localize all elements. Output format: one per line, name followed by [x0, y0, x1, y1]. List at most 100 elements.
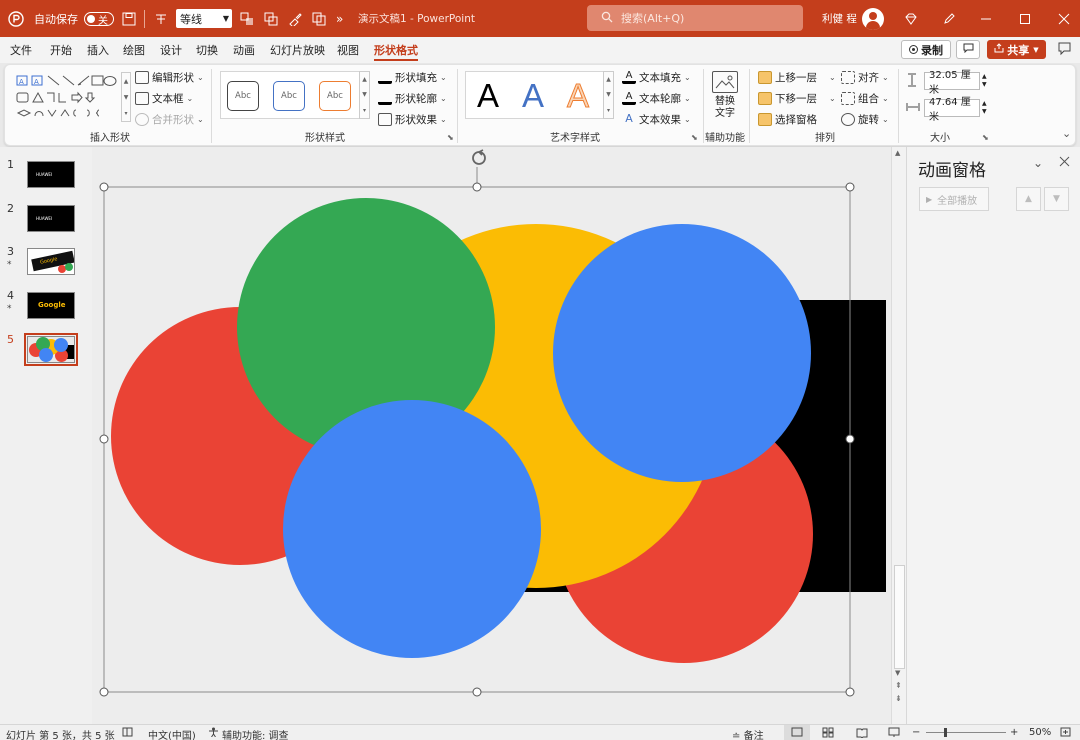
slide-sorter-icon[interactable]: [822, 727, 834, 740]
shape-fill-button[interactable]: 形状填充 ⌄: [378, 70, 447, 85]
slide-canvas[interactable]: [92, 147, 891, 724]
slide-thumbnail-4[interactable]: Google: [27, 292, 75, 319]
tab-view[interactable]: 视图: [337, 42, 359, 58]
accessibility-status[interactable]: 辅助功能: 调查: [222, 727, 289, 740]
chevron-down-icon: ⌄: [684, 94, 691, 103]
copy-icon[interactable]: [312, 0, 326, 37]
width-icon: [906, 101, 920, 116]
wordart-scroll[interactable]: ▲ ▼ ▾: [603, 71, 614, 119]
scroll-up-icon: ▲: [362, 76, 367, 84]
slideshow-icon[interactable]: [888, 727, 900, 740]
dialog-launcher-icon[interactable]: ⬊: [447, 133, 454, 142]
merge-shapes-button[interactable]: 合并形状 ⌄: [135, 112, 204, 127]
document-title: 演示文稿1 - PowerPoint: [358, 0, 475, 37]
shape-style-preset-3[interactable]: Abc: [319, 81, 351, 111]
search-box[interactable]: 搜索(Alt+Q): [587, 5, 803, 31]
shape-style-preset-1[interactable]: Abc: [227, 81, 259, 111]
svg-text:A: A: [34, 78, 39, 86]
scroll-up-icon[interactable]: ▲: [895, 149, 900, 157]
vertical-scrollbar[interactable]: ▲ ▼ ⇞ ⇟: [891, 147, 906, 724]
arrange-icon[interactable]: [240, 0, 254, 37]
comments-button[interactable]: [956, 40, 980, 59]
save-icon[interactable]: [122, 0, 136, 37]
tab-slideshow[interactable]: 幻灯片放映: [270, 42, 325, 58]
autosave-toggle[interactable]: 关: [78, 0, 114, 37]
shapes-gallery-scroll[interactable]: ▲ ▼ ▾: [121, 72, 131, 122]
shape-height-field[interactable]: 32.05 厘米 ▲ ▼: [906, 70, 987, 96]
move-down-button[interactable]: ▼: [1044, 187, 1069, 211]
zoom-slider-thumb[interactable]: [944, 728, 947, 737]
minimize-icon[interactable]: [980, 0, 992, 37]
font-name-select[interactable]: 等线 ▼: [176, 0, 232, 37]
diamond-icon[interactable]: [904, 0, 918, 37]
slide-thumbnail-5[interactable]: [24, 333, 78, 366]
more-commands-icon[interactable]: »: [336, 0, 343, 37]
shape-effects-button[interactable]: 形状效果 ⌄: [378, 112, 447, 127]
spellcheck-icon[interactable]: [122, 727, 133, 740]
tab-file[interactable]: 文件: [10, 42, 32, 58]
zoom-out-icon[interactable]: −: [912, 727, 920, 738]
zoom-slider[interactable]: [926, 732, 1006, 733]
brush-icon[interactable]: [288, 0, 302, 37]
wordart-preset-blue[interactable]: A: [522, 77, 544, 115]
tab-shape-format[interactable]: 形状格式: [374, 42, 418, 61]
play-all-button[interactable]: ▶ 全部播放: [919, 187, 989, 211]
slide-number: 3: [7, 245, 14, 258]
chevron-down-icon: ⌄: [440, 115, 447, 124]
text-outline-button[interactable]: A 文本轮廓 ⌄: [622, 91, 691, 106]
shape-styles-scroll[interactable]: ▲ ▼ ▾: [359, 71, 370, 119]
zoom-in-icon[interactable]: +: [1010, 727, 1018, 738]
share-button[interactable]: 共享 ▼: [987, 40, 1046, 59]
wordart-preset-orange[interactable]: A: [566, 77, 589, 115]
zoom-level[interactable]: 50%: [1029, 727, 1051, 738]
scroll-down-icon[interactable]: ▼: [895, 669, 900, 677]
group-icon[interactable]: [264, 0, 278, 37]
record-button[interactable]: 录制: [901, 40, 951, 59]
close-icon[interactable]: [1059, 156, 1070, 170]
selection-pane-button[interactable]: 选择窗格: [758, 112, 817, 127]
tab-home[interactable]: 开始: [50, 42, 72, 58]
slide-thumbnail-3[interactable]: Google: [27, 248, 75, 275]
scrollbar-thumb[interactable]: [894, 565, 905, 669]
edit-shape-button[interactable]: 编辑形状 ⌄: [135, 70, 204, 85]
slide-thumbnail-2[interactable]: HUAWEI: [27, 205, 75, 232]
rotate-button[interactable]: 旋转 ⌄: [841, 112, 889, 127]
maximize-icon[interactable]: [1019, 0, 1031, 37]
tab-transitions[interactable]: 切换: [196, 42, 218, 58]
tab-draw[interactable]: 绘图: [123, 42, 145, 58]
dialog-launcher-icon[interactable]: ⬊: [691, 133, 698, 142]
previous-slide-icon[interactable]: ⇞: [895, 682, 902, 690]
alt-text-button[interactable]: 替换 文字: [705, 96, 745, 120]
shape-outline-button[interactable]: 形状轮廓 ⌄: [378, 91, 447, 106]
normal-view-button[interactable]: [784, 725, 810, 740]
text-box-button[interactable]: 文本框 ⌄: [135, 91, 193, 106]
dialog-launcher-icon[interactable]: ⬊: [982, 133, 989, 142]
reading-view-icon[interactable]: [856, 727, 868, 740]
layout-icon[interactable]: [154, 0, 168, 37]
notes-button[interactable]: ≐ 备注: [732, 727, 764, 740]
group-button[interactable]: 组合 ⌄: [841, 91, 889, 106]
move-up-button[interactable]: ▲: [1016, 187, 1041, 211]
tab-design[interactable]: 设计: [160, 42, 182, 58]
slide-thumbnail-1[interactable]: HUAWEI: [27, 161, 75, 188]
shape-width-field[interactable]: 47.64 厘米 ▲ ▼: [906, 97, 987, 123]
text-fill-button[interactable]: A 文本填充 ⌄: [622, 70, 691, 85]
shape-style-preset-2[interactable]: Abc: [273, 81, 305, 111]
shapes-gallery[interactable]: A A: [15, 73, 119, 126]
avatar[interactable]: [862, 0, 884, 37]
language-indicator[interactable]: 中文(中国): [148, 727, 196, 740]
chevron-down-icon[interactable]: ⌄: [1033, 156, 1043, 170]
bring-forward-button[interactable]: 上移一层 ⌄: [758, 70, 836, 85]
align-button[interactable]: 对齐 ⌄: [841, 70, 889, 85]
tab-insert[interactable]: 插入: [87, 42, 109, 58]
close-icon[interactable]: [1058, 0, 1070, 37]
tab-animations[interactable]: 动画: [233, 42, 255, 58]
fit-to-window-icon[interactable]: [1060, 727, 1071, 740]
wordart-preset-black[interactable]: A: [477, 77, 499, 115]
collapse-ribbon-icon[interactable]: ⌄: [1062, 127, 1071, 140]
feedback-icon[interactable]: [1057, 41, 1072, 59]
next-slide-icon[interactable]: ⇟: [895, 695, 902, 703]
send-backward-button[interactable]: 下移一层 ⌄: [758, 91, 836, 106]
text-effects-button[interactable]: A 文本效果 ⌄: [622, 112, 690, 127]
pen-icon[interactable]: [942, 0, 956, 37]
